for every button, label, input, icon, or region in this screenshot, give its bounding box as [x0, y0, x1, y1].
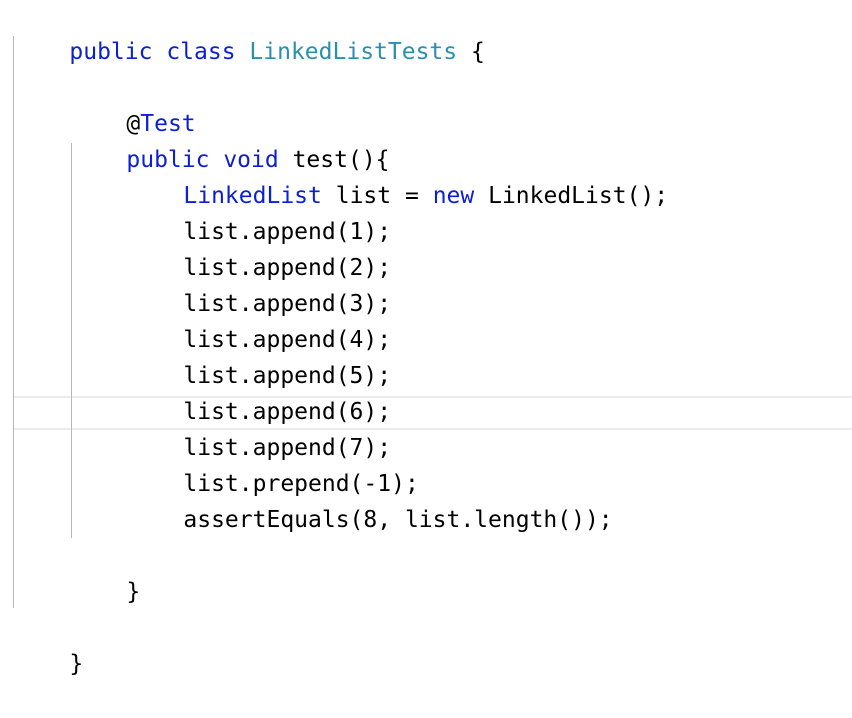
- method-declaration-line[interactable]: public void test(){: [71, 106, 852, 173]
- method-close-line[interactable]: }: [71, 538, 852, 605]
- assert-line[interactable]: assertEquals(8, list.length());: [128, 466, 852, 533]
- append-line-3[interactable]: list.append(3);: [128, 250, 852, 317]
- append-line-2[interactable]: list.append(2);: [128, 214, 852, 281]
- list-declaration-line[interactable]: LinkedList list = new LinkedList();: [128, 142, 852, 209]
- method-close-brace: }: [126, 579, 141, 605]
- class-declaration-line[interactable]: public class LinkedListTests {: [14, 0, 852, 65]
- class-close-line[interactable]: }: [14, 610, 852, 677]
- class-name: LinkedListTests: [249, 39, 458, 65]
- annotation-line[interactable]: @Test: [71, 70, 852, 137]
- class-indent-guide: [13, 36, 14, 608]
- append-line-6[interactable]: list.append(6);: [128, 358, 852, 425]
- append-line-5[interactable]: list.append(5);: [128, 322, 852, 389]
- class-keyword: public class: [69, 39, 236, 65]
- code-editor[interactable]: public class LinkedListTests { @Test pub…: [0, 0, 852, 686]
- append-line-7[interactable]: list.append(7);: [128, 394, 852, 461]
- assert-call: assertEquals(8, list.length());: [183, 507, 613, 533]
- class-close-brace: }: [69, 651, 84, 677]
- append-line-4[interactable]: list.append(4);: [128, 286, 852, 353]
- class-open-brace: {: [471, 39, 485, 65]
- prepend-line[interactable]: list.prepend(-1);: [128, 430, 852, 497]
- append-line-1[interactable]: list.append(1);: [128, 178, 852, 245]
